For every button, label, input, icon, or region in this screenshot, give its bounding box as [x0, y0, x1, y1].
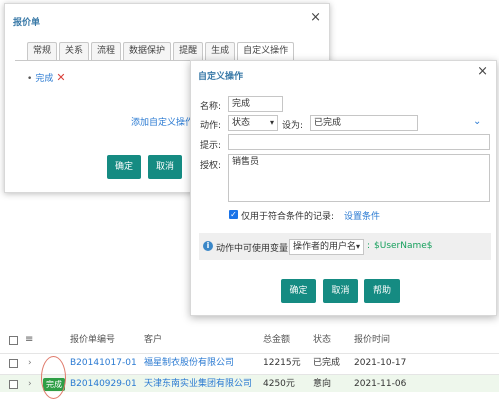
dialog-title: 报价单	[13, 18, 41, 28]
row-customer-link[interactable]: 福星制衣股份有限公司	[144, 354, 234, 372]
row-checkbox[interactable]	[9, 380, 18, 389]
hint-label: 提示:	[200, 141, 222, 151]
tab-data-protection[interactable]: 数据保护	[123, 42, 172, 61]
row-status: 已完成	[313, 358, 341, 368]
select-all-checkbox[interactable]	[9, 336, 18, 345]
close-icon[interactable]: ×	[477, 64, 488, 79]
bullet-icon: •	[27, 74, 33, 84]
delete-icon[interactable]: ✕	[56, 71, 65, 84]
row-checkbox[interactable]	[9, 359, 18, 368]
chevron-right-icon[interactable]: ›	[28, 375, 32, 393]
chevron-right-icon[interactable]: ›	[28, 354, 32, 372]
name-label: 名称:	[200, 102, 222, 112]
custom-action-link[interactable]: 完成	[35, 74, 53, 84]
variable-colon: :	[367, 241, 371, 251]
variable-info-text: 动作中可使用变量	[216, 244, 289, 254]
dialog-title: 自定义操作	[198, 72, 244, 82]
col-header-amount[interactable]: 总金额	[263, 331, 290, 349]
col-header-customer[interactable]: 客户	[144, 331, 162, 349]
row-amount: 4250元	[263, 379, 295, 389]
variable-value: $UserName$	[374, 241, 433, 251]
tab-generate[interactable]: 生成	[205, 42, 236, 61]
action-label: 动作:	[200, 121, 222, 131]
info-icon: i	[203, 241, 213, 251]
row-amount: 12215元	[263, 358, 301, 368]
variable-select-value: 操作者的用户名	[293, 242, 357, 252]
condition-checkbox[interactable]: ✓	[229, 210, 238, 219]
action-select[interactable]: 状态 ▾	[228, 115, 278, 131]
confirm-button[interactable]: 确定	[107, 155, 141, 179]
cancel-button[interactable]: 取消	[148, 155, 182, 179]
tab-general[interactable]: 常规	[27, 42, 58, 61]
help-button[interactable]: 帮助	[364, 279, 400, 303]
col-header-id[interactable]: 报价单编号	[70, 331, 115, 349]
variable-info-bar: i 动作中可使用变量 操作者的用户名 ▾ : $UserName$	[199, 233, 491, 260]
table-header: ≡ 报价单编号 客户 总金额 状态 报价时间	[0, 331, 499, 349]
custom-action-dialog: 自定义操作 × 名称: 完成 动作: 状态 ▾ 设为: 已完成 ⌄ 提示: 授权…	[190, 60, 497, 316]
tab-custom-actions[interactable]: 自定义操作	[237, 42, 295, 61]
add-custom-action-link[interactable]: 添加自定义操作	[131, 115, 194, 128]
row-customer-link[interactable]: 天津东南实业集团有限公司	[144, 375, 252, 393]
menu-icon[interactable]: ≡	[25, 331, 33, 349]
auth-textarea[interactable]: 销售员	[228, 154, 490, 202]
row-status: 意向	[313, 379, 332, 389]
col-header-status[interactable]: 状态	[313, 331, 331, 349]
setto-input[interactable]: 已完成	[310, 115, 418, 131]
tab-workflow[interactable]: 流程	[91, 42, 122, 61]
setto-label: 设为:	[282, 121, 304, 131]
chevron-down-icon: ▾	[355, 242, 360, 251]
row-id-link[interactable]: B20141017-01	[70, 354, 137, 372]
chevron-down-icon: ▾	[269, 118, 274, 127]
table-row[interactable]: › 完成 B20140929-01 天津东南实业集团有限公司 4250元 意向 …	[0, 374, 499, 392]
name-input[interactable]: 完成	[228, 96, 283, 112]
cancel-button[interactable]: 取消	[323, 279, 358, 303]
expand-icon[interactable]: ⌄	[473, 116, 481, 127]
row-date: 2021-11-06	[354, 379, 407, 389]
row-id-link[interactable]: B20140929-01	[70, 375, 137, 393]
set-condition-link[interactable]: 设置条件	[344, 209, 380, 222]
col-header-date[interactable]: 报价时间	[354, 331, 390, 349]
tab-reminder[interactable]: 提醒	[173, 42, 204, 61]
condition-label: 仅用于符合条件的记录:	[241, 212, 335, 222]
auth-label: 授权:	[200, 161, 222, 171]
close-icon[interactable]: ×	[310, 10, 321, 25]
hint-input[interactable]	[228, 134, 490, 150]
table-row[interactable]: › B20141017-01 福星制衣股份有限公司 12215元 已完成 202…	[0, 353, 499, 371]
row-date: 2021-10-17	[354, 358, 407, 368]
action-select-value: 状态	[232, 118, 251, 128]
highlight-circle	[41, 356, 66, 399]
variable-select[interactable]: 操作者的用户名 ▾	[289, 239, 364, 255]
confirm-button[interactable]: 确定	[281, 279, 316, 303]
tab-bar: 常规 关系 流程 数据保护 提醒 生成 自定义操作	[27, 42, 296, 61]
custom-action-item: • 完成 ✕	[27, 71, 66, 84]
tab-relations[interactable]: 关系	[59, 42, 90, 61]
